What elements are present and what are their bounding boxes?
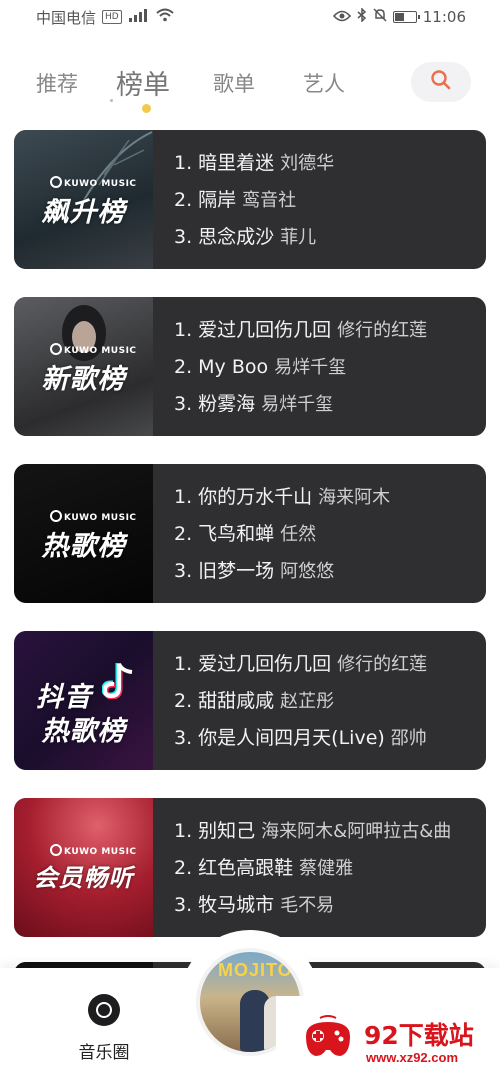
status-bar: 中国电信 HD 11:06 (0, 0, 500, 34)
search-icon (430, 69, 452, 95)
active-tab-indicator (142, 104, 151, 113)
chart-cover[interactable]: 抖音 热歌榜 (14, 631, 153, 770)
music-circle-label: 音乐圈 (78, 1043, 130, 1063)
now-playing-cover-text: MOJITO (218, 960, 293, 980)
signal-icon (128, 8, 150, 26)
clock: 11:06 (422, 8, 466, 26)
watermark-brand: 92下载站 (364, 1021, 474, 1050)
track-list: 1. 爱过几回伤几回 修行的红莲 2. My Boo 易烊千玺 3. 粉雾海 易烊千玺 (174, 315, 474, 426)
cover-title: 热歌榜 (41, 531, 126, 562)
track-item[interactable]: 3. 牧马城市 毛不易 (174, 890, 474, 927)
tab-playlists[interactable]: 歌单 (213, 68, 255, 98)
wifi-icon (156, 8, 174, 26)
chart-card-rising[interactable]: KUWO MUSIC 飙升榜 1. 暗里着迷 刘德华 2. 隔岸 鸾音社 3. 思念… (14, 130, 486, 269)
cover-brand: KUWO MUSIC (50, 844, 137, 857)
chart-cover[interactable]: KUWO MUSIC 热歌榜 (14, 464, 153, 603)
search-button[interactable] (411, 62, 471, 102)
chart-cover[interactable]: KUWO MUSIC 会员畅听 (14, 798, 153, 937)
chart-cover[interactable]: KUWO MUSIC 新歌榜 (14, 297, 153, 436)
eye-icon (332, 8, 351, 26)
track-item[interactable]: 3. 思念成沙 菲儿 (174, 222, 474, 259)
chart-card-vip[interactable]: KUWO MUSIC 会员畅听 1. 别知己 海来阿木&阿呷拉古&曲 2. 红色高… (14, 798, 486, 937)
track-list: 1. 暗里着迷 刘德华 2. 隔岸 鸾音社 3. 思念成沙 菲儿 (174, 148, 474, 259)
status-left: 中国电信 HD (36, 7, 174, 28)
cover-brand: KUWO MUSIC (50, 510, 137, 523)
carrier-label: 中国电信 (36, 8, 97, 27)
track-item[interactable]: 3. 你是人间四月天(Live) 邵帅 (174, 723, 474, 760)
chart-list: KUWO MUSIC 飙升榜 1. 暗里着迷 刘德华 2. 隔岸 鸾音社 3. 思念… (14, 130, 486, 965)
track-item[interactable]: 1. 爱过几回伤几回 修行的红莲 (174, 315, 474, 352)
track-list: 1. 别知己 海来阿木&阿呷拉古&曲 2. 红色高跟鞋 蔡健雅 3. 牧马城市 毛不易 (174, 816, 474, 927)
track-list: 1. 爱过几回伤几回 修行的红莲 2. 甜甜咸咸 赵芷彤 3. 你是人间四月天(Li… (174, 649, 474, 760)
vinyl-icon (88, 994, 120, 1026)
chart-card-new[interactable]: KUWO MUSIC 新歌榜 1. 爱过几回伤几回 修行的红莲 2. My Boo… (14, 297, 486, 436)
tab-charts[interactable]: 榜单 (116, 63, 170, 102)
bluetooth-icon (357, 7, 367, 26)
track-item[interactable]: 2. My Boo 易烊千玺 (174, 352, 474, 389)
hd-badge: HD (102, 10, 122, 24)
track-item[interactable]: 2. 飞鸟和蝉 任然 (174, 519, 474, 556)
chart-cover[interactable]: KUWO MUSIC 飙升榜 (14, 130, 153, 269)
cover-brand: KUWO MUSIC (50, 176, 137, 189)
watermark-url: www.xz92.com (366, 1050, 458, 1065)
gamepad-logo-icon (306, 1015, 350, 1056)
cover-title: 飙升榜 (41, 197, 126, 228)
track-item[interactable]: 3. 粉雾海 易烊千玺 (174, 389, 474, 426)
track-item[interactable]: 2. 隔岸 鸾音社 (174, 185, 474, 222)
track-item[interactable]: 1. 别知己 海来阿木&阿呷拉古&曲 (174, 816, 474, 853)
track-item[interactable]: 1. 暗里着迷 刘德华 (174, 148, 474, 185)
battery-icon (392, 11, 420, 23)
track-list: 1. 你的万水千山 海来阿木 2. 飞鸟和蝉 任然 3. 旧梦一场 阿悠悠 (174, 482, 474, 593)
cover-title: 新歌榜 (41, 364, 126, 395)
track-item[interactable]: 1. 爱过几回伤几回 修行的红莲 (174, 649, 474, 686)
track-item[interactable]: 1. 你的万水千山 海来阿木 (174, 482, 474, 519)
cover-brand: KUWO MUSIC (50, 343, 137, 356)
track-item[interactable]: 2. 甜甜咸咸 赵芷彤 (174, 686, 474, 723)
tab-decoration-dot (110, 99, 113, 102)
chart-card-douyin[interactable]: 抖音 热歌榜 1. 爱过几回伤几回 修行的红莲 2. 甜甜咸咸 赵芷彤 3. 你是人… (14, 631, 486, 770)
track-item[interactable]: 2. 红色高跟鞋 蔡健雅 (174, 853, 474, 890)
watermark: 92下载站 www.xz92.com (276, 996, 500, 1083)
chart-card-hot[interactable]: KUWO MUSIC 热歌榜 1. 你的万水千山 海来阿木 2. 飞鸟和蝉 任然 3… (14, 464, 486, 603)
mute-bell-icon (373, 8, 387, 26)
cover-title-line2: 热歌榜 (41, 716, 126, 747)
music-circle-button[interactable]: 音乐圈 (66, 990, 142, 1070)
cover-title: 会员畅听 (33, 864, 134, 892)
tab-artists[interactable]: 艺人 (303, 68, 345, 98)
track-item[interactable]: 3. 旧梦一场 阿悠悠 (174, 556, 474, 593)
status-right: 11:06 (332, 7, 466, 26)
tab-recommend[interactable]: 推荐 (36, 68, 78, 98)
